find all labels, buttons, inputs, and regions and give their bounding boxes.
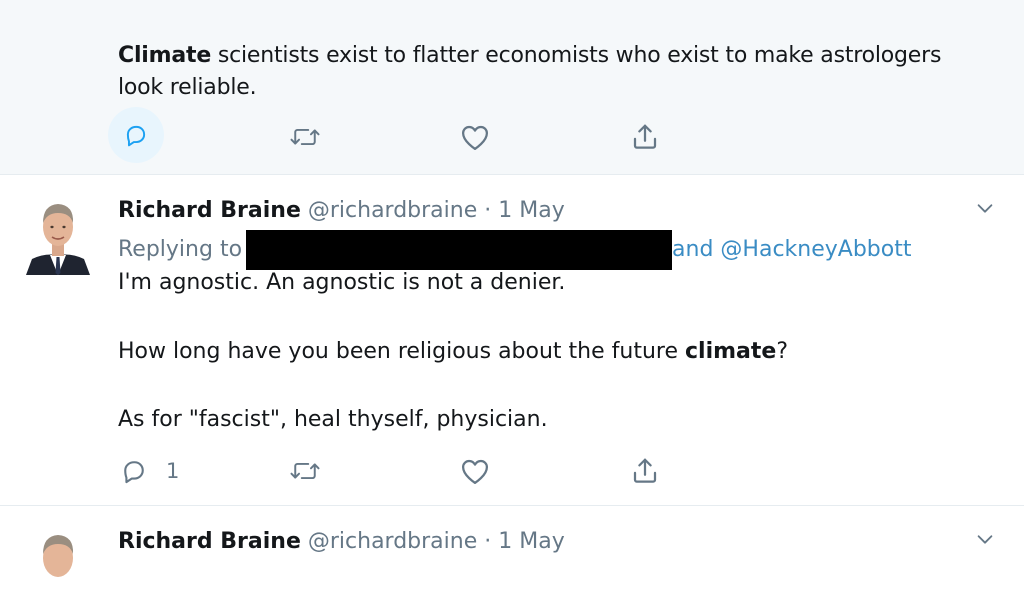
replying-to: Replying to and @HackneyAbbott — [118, 230, 911, 270]
reply-button[interactable] — [108, 107, 164, 163]
retweet-icon — [290, 462, 320, 480]
author-name[interactable]: Richard Braine — [118, 529, 301, 554]
tweet-line-2: How long have you been religious about t… — [118, 336, 788, 368]
author-name[interactable]: Richard Braine — [118, 198, 301, 223]
tweet-line-2-before: How long have you been religious about t… — [118, 339, 685, 364]
reply-count: 1 — [166, 459, 180, 483]
reply-button[interactable]: 1 — [120, 448, 179, 494]
like-icon — [462, 459, 488, 484]
like-icon — [462, 125, 488, 150]
replying-to-label: Replying to — [118, 237, 243, 262]
tweet-text: Climate scientists exist to flatter econ… — [118, 40, 988, 104]
reply-icon — [126, 125, 146, 147]
like-button[interactable] — [460, 114, 490, 160]
chevron-down-icon[interactable] — [974, 197, 996, 219]
author-handle[interactable]: @richardbraine — [308, 198, 477, 223]
tweet-line-2-bold: climate — [685, 339, 777, 364]
tweet-text-bold: Climate — [118, 43, 212, 68]
tweet-header: Richard Braine @richardbraine · 1 May — [118, 526, 565, 558]
share-icon — [633, 124, 657, 149]
reply-highlight — [108, 107, 164, 163]
like-button[interactable] — [460, 448, 490, 494]
tweet-line-2-after: ? — [776, 339, 789, 364]
tweet-line-3: As for "fascist", heal thyself, physicia… — [118, 407, 548, 432]
tweet-2[interactable]: Richard Braine @richardbraine · 1 May Re… — [0, 175, 1024, 506]
separator-dot: · — [484, 529, 492, 554]
avatar[interactable] — [24, 193, 92, 275]
retweet-icon — [290, 128, 320, 146]
tweet-actions — [0, 107, 1024, 163]
retweet-button[interactable] — [288, 114, 322, 160]
reply-icon — [124, 461, 144, 484]
chevron-down-icon[interactable] — [974, 528, 996, 550]
share-icon — [633, 458, 657, 483]
share-button[interactable] — [630, 448, 660, 494]
tweet-date[interactable]: 1 May — [498, 529, 564, 554]
tweet-header: Richard Braine @richardbraine · 1 May — [118, 195, 565, 227]
tweet-3[interactable]: Richard Braine @richardbraine · 1 May — [0, 506, 1024, 606]
tweet-text-rest: scientists exist to flatter economists w… — [118, 43, 942, 100]
tweet-date[interactable]: 1 May — [498, 198, 564, 223]
share-button[interactable] — [630, 114, 660, 160]
avatar[interactable] — [24, 524, 92, 606]
tweet-actions: 1 — [0, 448, 1024, 494]
mention-link[interactable]: and @HackneyAbbott — [672, 237, 911, 262]
tweet-line-1: I'm agnostic. An agnostic is not a denie… — [118, 270, 566, 295]
tweet-1[interactable]: Climate scientists exist to flatter econ… — [0, 0, 1024, 175]
author-handle[interactable]: @richardbraine — [308, 529, 477, 554]
retweet-button[interactable] — [288, 448, 322, 494]
separator-dot: · — [484, 198, 492, 223]
redaction-bar — [246, 230, 673, 270]
